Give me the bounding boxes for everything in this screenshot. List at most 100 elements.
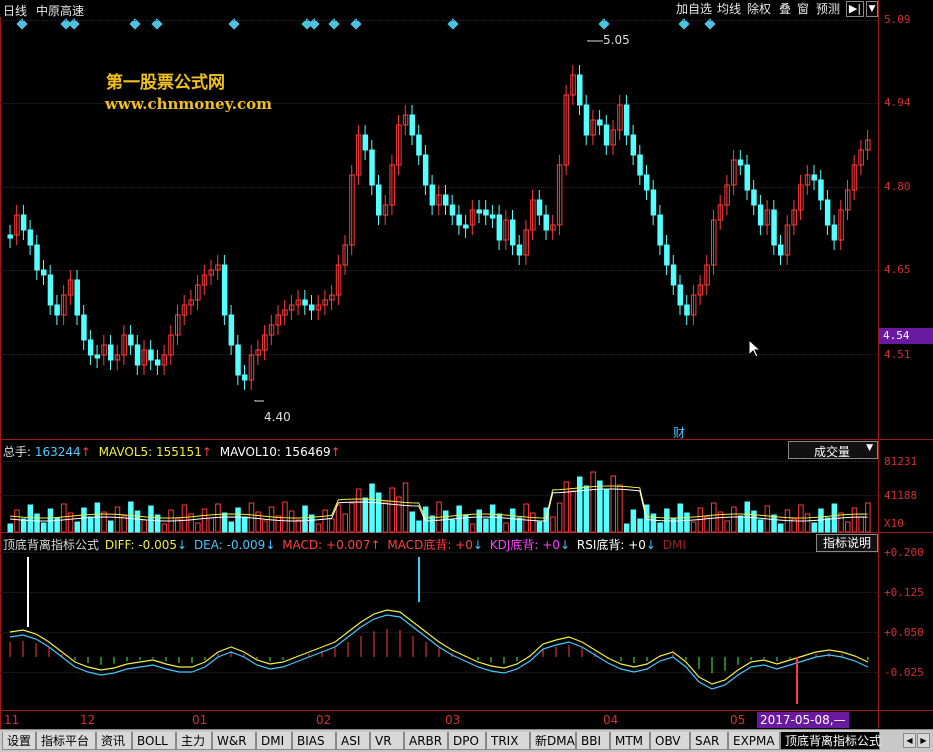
- candle: [824, 199, 831, 226]
- tab-9[interactable]: VR: [370, 732, 404, 750]
- candle: [154, 359, 161, 366]
- dmi-label: DMI: [662, 538, 686, 552]
- candle: [583, 104, 590, 136]
- volume-bar: [161, 523, 168, 533]
- volume-bar: [429, 515, 436, 533]
- finance-marker[interactable]: 财: [673, 424, 685, 441]
- volume-bar: [128, 501, 134, 533]
- candle: [422, 154, 429, 186]
- tab-5[interactable]: W&R: [212, 732, 256, 750]
- volume-bar: [355, 488, 362, 533]
- tab-2[interactable]: 资讯: [96, 732, 132, 750]
- volume-selector[interactable]: 成交量 ▼: [788, 441, 878, 459]
- volume-bar: [295, 519, 302, 533]
- volume-bar: [362, 497, 369, 533]
- candle: [657, 214, 663, 246]
- time-tick: 01: [192, 713, 208, 727]
- volume-bar: [20, 518, 27, 533]
- volume-bar: [27, 504, 34, 533]
- tab-6[interactable]: DMI: [256, 732, 292, 750]
- candle: [449, 204, 456, 216]
- volume-bar: [771, 514, 777, 533]
- tab-18[interactable]: EXPMA: [728, 732, 780, 750]
- candle: [221, 264, 228, 316]
- volume-bar: [724, 520, 730, 533]
- tab-16[interactable]: OBV: [650, 732, 690, 750]
- candle: [677, 284, 683, 306]
- candle: [637, 154, 643, 176]
- volume-bar: [550, 516, 556, 533]
- candle: [543, 214, 549, 231]
- candle: [476, 209, 482, 214]
- indicator-name: 顶底背离指标公式: [3, 538, 100, 552]
- candle: [47, 274, 54, 306]
- tab-1[interactable]: 指标平台: [36, 732, 96, 750]
- volume-bar: [617, 484, 623, 533]
- volume-bar: [141, 519, 147, 533]
- candle: [34, 244, 40, 271]
- volume-bar: [108, 520, 114, 533]
- volume-tick: 41188: [884, 489, 918, 502]
- tab-13[interactable]: 新DMA: [530, 732, 576, 750]
- kdj-divergence: KDJ底背: +0: [489, 538, 560, 552]
- tab-0[interactable]: 设置: [2, 732, 36, 750]
- volume-bar: [335, 504, 342, 533]
- volume-bar: [342, 513, 348, 533]
- candle: [623, 104, 630, 136]
- candle: [87, 339, 94, 356]
- tab-8[interactable]: ASI: [336, 732, 370, 750]
- price-tick: 4.94: [884, 96, 911, 109]
- volume-bar: [422, 506, 429, 533]
- cursor-date-badge: 2017-05-08,—: [757, 712, 849, 728]
- candle: [670, 264, 677, 286]
- tab-12[interactable]: TRIX: [486, 732, 530, 750]
- tab-17[interactable]: SAR: [690, 732, 728, 750]
- candle: [74, 279, 80, 316]
- candle: [302, 299, 308, 306]
- volume-bar: [610, 475, 616, 533]
- indicator-tick: +0.200: [884, 546, 924, 559]
- candle: [489, 214, 496, 219]
- tab-19[interactable]: 顶底背离指标公式: [780, 732, 881, 750]
- tab-scroll-right-icon[interactable]: ▶: [917, 733, 930, 748]
- candle: [757, 204, 764, 226]
- indicator-help-button[interactable]: 指标说明: [816, 534, 878, 552]
- volume-bar: [262, 520, 268, 533]
- volume-bar: [737, 515, 744, 533]
- volume-bar: [489, 504, 496, 533]
- macd-chart: [9, 557, 869, 704]
- volume-tick: 81231: [884, 455, 918, 468]
- volume-bar: [597, 480, 603, 533]
- candle: [818, 179, 824, 201]
- axis-divider: [878, 0, 879, 728]
- candle: [684, 304, 690, 316]
- tab-scroll-left-icon[interactable]: ◀: [903, 733, 916, 748]
- volume-bar: [242, 516, 248, 533]
- total-volume-value: 163244: [34, 445, 81, 459]
- volume-bar: [282, 501, 288, 533]
- time-tick: 12: [80, 713, 96, 727]
- tab-4[interactable]: 主力: [176, 732, 212, 750]
- tab-10[interactable]: ARBR: [404, 732, 448, 750]
- tab-15[interactable]: MTM: [610, 732, 650, 750]
- tab-14[interactable]: BBI: [576, 732, 610, 750]
- volume-bar: [221, 512, 228, 533]
- volume-bar: [824, 517, 831, 533]
- volume-unit: X10: [884, 517, 904, 530]
- tab-7[interactable]: BIAS: [292, 732, 336, 750]
- candle: [409, 114, 415, 136]
- candle: [483, 209, 489, 216]
- volume-bar: [402, 482, 409, 533]
- volume-chart: [7, 471, 871, 533]
- volume-bar: [731, 506, 737, 533]
- candle: [20, 214, 27, 231]
- volume-bar: [838, 512, 844, 533]
- time-tick: 02: [316, 713, 332, 727]
- volume-bar: [41, 522, 47, 533]
- candle: [811, 174, 817, 181]
- tab-3[interactable]: BOLL: [132, 732, 176, 750]
- tab-11[interactable]: DPO: [448, 732, 486, 750]
- volume-bar: [623, 523, 630, 533]
- volume-bar: [416, 520, 422, 533]
- mavol10-value: 156469: [284, 445, 331, 459]
